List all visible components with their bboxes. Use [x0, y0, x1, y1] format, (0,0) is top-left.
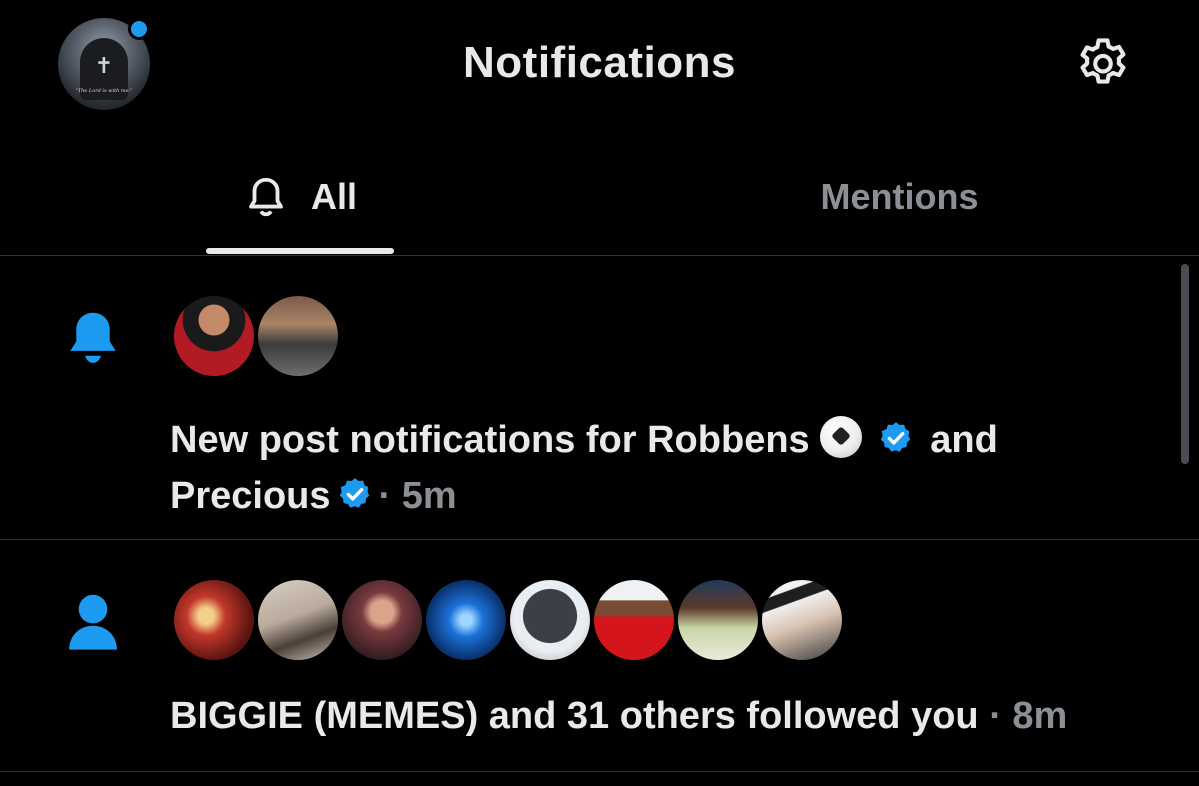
avatar-row [174, 296, 338, 376]
tab-mentions-label: Mentions [820, 176, 979, 217]
person-icon [66, 590, 120, 657]
notification-text: New post notifications for Robbens and P… [170, 414, 1160, 526]
active-tab-indicator [206, 248, 394, 254]
avatar-child[interactable] [678, 580, 758, 660]
avatar-eye-pyramid[interactable] [426, 580, 506, 660]
scrollbar[interactable] [1181, 264, 1189, 464]
soccer-ball-emoji-icon [819, 416, 862, 458]
separator-dot: · [989, 695, 1002, 737]
header: ✝ "The Lord is with me." Notifications [0, 0, 1199, 130]
page-title: Notifications [463, 38, 736, 87]
bell-outline-icon [243, 174, 289, 220]
notification-text-prefix: New post notifications for Robbens [170, 419, 810, 461]
avatar-caption: "The Lord is with me." [75, 88, 133, 94]
tab-all[interactable]: All [0, 140, 600, 254]
tab-mentions[interactable]: Mentions [600, 140, 1199, 254]
gear-icon [1080, 38, 1126, 84]
verified-badge-icon [878, 418, 914, 470]
unread-dot [128, 18, 150, 40]
settings-button[interactable] [1068, 32, 1138, 98]
avatar-anime-red[interactable] [174, 580, 254, 660]
notification-text: BIGGIE (MEMES) and 31 others followed yo… [170, 690, 1170, 742]
avatar-bleach[interactable] [762, 580, 842, 660]
tab-all-label: All [310, 176, 357, 217]
notification-text-body: BIGGIE (MEMES) and 31 others followed yo… [170, 695, 979, 737]
notification-new-post[interactable]: New post notifications for Robbens and P… [0, 256, 1199, 539]
notification-follow[interactable]: BIGGIE (MEMES) and 31 others followed yo… [0, 540, 1199, 771]
avatar-arsenal[interactable] [594, 580, 674, 660]
avatar-robbens[interactable] [174, 296, 254, 376]
timestamp: 8m [1012, 695, 1068, 737]
avatar-woman[interactable] [342, 580, 422, 660]
avatar-room[interactable] [258, 580, 338, 660]
avatar-row [174, 580, 842, 660]
notifications-screen: ✝ "The Lord is with me." Notifications A… [0, 0, 1199, 786]
verified-badge-icon [337, 474, 373, 526]
bell-filled-icon [64, 308, 122, 375]
divider [0, 771, 1199, 772]
avatar-precious[interactable] [258, 296, 338, 376]
avatar-angry-ball[interactable] [510, 580, 590, 660]
separator-dot: · [378, 475, 392, 517]
timestamp: 5m [401, 475, 457, 517]
notification-text-joiner: and [930, 419, 998, 461]
notification-text-name2: Precious [170, 475, 331, 517]
tab-bar: All Mentions [0, 140, 1199, 256]
